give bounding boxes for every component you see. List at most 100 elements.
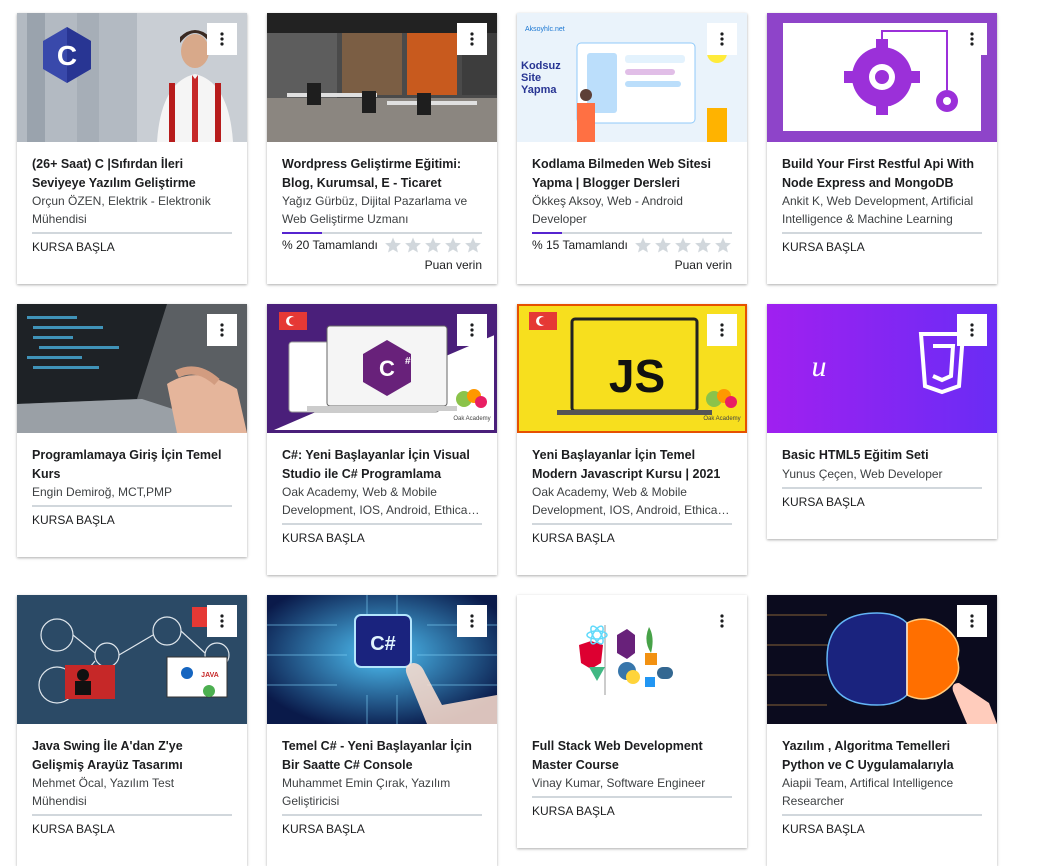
start-course-link[interactable]: KURSA BAŞLA (532, 798, 732, 820)
thumb-csharp-text: C# (370, 633, 396, 655)
course-title[interactable]: Yeni Başlayanlar İçin Temel Modern Javas… (532, 446, 732, 483)
star-icon[interactable] (674, 236, 692, 254)
progress-text: % 15 Tamamlandı (532, 238, 628, 252)
course-card[interactable]: Programlamaya Giriş İçin Temel Kurs Engi… (17, 304, 247, 557)
course-thumbnail[interactable]: C # Oak Academy (267, 304, 497, 433)
thumb-line-1: Kodsuz (521, 60, 561, 72)
more-options-button[interactable] (957, 23, 987, 55)
thumb-line-3: Yapma (521, 84, 557, 96)
course-instructor: Yunus Çeçen, Web Developer (782, 466, 943, 481)
start-course-link[interactable]: KURSA BAŞLA (782, 489, 982, 511)
course-card[interactable]: Wordpress Geliştirme Eğitimi: Blog, Kuru… (267, 13, 497, 284)
course-instructor: Vinay Kumar, Software Engineer (532, 776, 706, 790)
course-card[interactable]: Yazılım , Algoritma Temelleri Python ve … (767, 595, 997, 866)
more-options-button[interactable] (707, 23, 737, 55)
course-thumbnail[interactable]: u (767, 304, 997, 433)
vertical-dots-icon (720, 614, 724, 628)
course-card[interactable]: Aksoyhlc.net Kodsuz Site Yapma Kodlama B… (517, 13, 747, 284)
star-icon[interactable] (404, 236, 422, 254)
thumb-brand-text: Aksoyhlc.net (525, 26, 565, 33)
progress-fill (532, 232, 562, 234)
course-instructor: Muhammet Emin Çırak, Yazılım Geliştirici… (282, 776, 451, 808)
start-course-link[interactable]: KURSA BAŞLA (32, 507, 232, 529)
course-title[interactable]: Wordpress Geliştirme Eğitimi: Blog, Kuru… (282, 155, 482, 192)
thumb-line-2: Site (521, 72, 541, 84)
course-card[interactable]: u Basic HTML5 Eğitim Seti Yunus Çeçen, W… (767, 304, 997, 539)
course-instructor: Mehmet Öcal, Yazılım Test Mühendisi (32, 776, 175, 808)
course-thumbnail[interactable]: JAVA (17, 595, 247, 724)
progress-bar (282, 232, 482, 234)
start-course-link[interactable]: KURSA BAŞLA (782, 816, 982, 838)
course-card[interactable]: C# Temel C# - Yeni Başlayanlar İçin Bir … (267, 595, 497, 866)
course-thumbnail[interactable]: C# (267, 595, 497, 724)
course-thumbnail[interactable] (767, 595, 997, 724)
course-card[interactable]: Full Stack Web Development Master Course… (517, 595, 747, 848)
course-instructor: Ökkeş Aksoy, Web - Android Developer (532, 194, 683, 226)
course-thumbnail[interactable] (267, 13, 497, 142)
star-icon[interactable] (694, 236, 712, 254)
start-course-link[interactable]: KURSA BAŞLA (32, 234, 232, 256)
start-course-link[interactable]: KURSA BAŞLA (282, 816, 482, 838)
course-card[interactable]: Build Your First Restful Api With Node E… (767, 13, 997, 284)
course-card[interactable]: C # Oak Academy C#: Yeni Başlayanlar İçi… (267, 304, 497, 575)
course-title[interactable]: Temel C# - Yeni Başlayanlar İçin Bir Saa… (282, 737, 482, 774)
vertical-dots-icon (220, 614, 224, 628)
course-card[interactable]: C (26+ Saat) C |Sıfırdan İleri Seviyeye … (17, 13, 247, 284)
progress-bar (532, 232, 732, 234)
course-card[interactable]: JAVA Java Swing İle A'dan Z'ye Gelişmiş … (17, 595, 247, 866)
course-instructor: Yağız Gürbüz, Dijital Pazarlama ve Web G… (282, 194, 468, 226)
course-thumbnail[interactable] (767, 13, 997, 142)
vertical-dots-icon (470, 323, 474, 337)
course-title[interactable]: Build Your First Restful Api With Node E… (782, 155, 982, 192)
star-icon[interactable] (384, 236, 402, 254)
vertical-dots-icon (470, 32, 474, 46)
course-title[interactable]: Yazılım , Algoritma Temelleri Python ve … (782, 737, 982, 774)
course-thumbnail[interactable]: C (17, 13, 247, 142)
course-title[interactable]: Basic HTML5 Eğitim Seti (782, 446, 982, 465)
course-title[interactable]: Java Swing İle A'dan Z'ye Gelişmiş Arayü… (32, 737, 232, 774)
more-options-button[interactable] (207, 605, 237, 637)
more-options-button[interactable] (707, 314, 737, 346)
star-icon[interactable] (714, 236, 732, 254)
course-title[interactable]: (26+ Saat) C |Sıfırdan İleri Seviyeye Ya… (32, 155, 232, 192)
more-options-button[interactable] (707, 605, 737, 637)
rating-stars[interactable] (634, 236, 732, 254)
course-title[interactable]: Kodlama Bilmeden Web Sitesi Yapma | Blog… (532, 155, 732, 192)
thumb-brand-text: Oak Academy (703, 416, 740, 422)
course-thumbnail[interactable] (17, 304, 247, 433)
more-options-button[interactable] (957, 314, 987, 346)
rate-course-link[interactable]: Puan verin (532, 254, 732, 272)
more-options-button[interactable] (457, 605, 487, 637)
course-title[interactable]: Full Stack Web Development Master Course (532, 737, 732, 774)
star-icon[interactable] (634, 236, 652, 254)
course-thumbnail[interactable]: Aksoyhlc.net Kodsuz Site Yapma (517, 13, 747, 142)
more-options-button[interactable] (457, 23, 487, 55)
course-title[interactable]: C#: Yeni Başlayanlar İçin Visual Studio … (282, 446, 482, 483)
svg-text:#: # (405, 356, 411, 367)
star-icon[interactable] (654, 236, 672, 254)
thumb-java-text: JAVA (201, 672, 219, 679)
more-options-button[interactable] (957, 605, 987, 637)
vertical-dots-icon (720, 323, 724, 337)
svg-text:C: C (379, 356, 395, 381)
more-options-button[interactable] (457, 314, 487, 346)
divider (532, 796, 732, 798)
star-icon[interactable] (424, 236, 442, 254)
rate-course-link[interactable]: Puan verin (282, 254, 482, 272)
course-instructor: Orçun ÖZEN, Elektrik - Elektronik Mühend… (32, 194, 211, 226)
start-course-link[interactable]: KURSA BAŞLA (782, 234, 982, 256)
course-thumbnail[interactable]: JS Oak Academy (517, 304, 747, 433)
start-course-link[interactable]: KURSA BAŞLA (532, 525, 732, 547)
course-card[interactable]: JS Oak Academy Yeni Başlayanlar İçin Tem… (517, 304, 747, 575)
star-icon[interactable] (444, 236, 462, 254)
divider (32, 814, 232, 816)
course-thumbnail[interactable] (517, 595, 747, 724)
start-course-link[interactable]: KURSA BAŞLA (282, 525, 482, 547)
start-course-link[interactable]: KURSA BAŞLA (32, 816, 232, 838)
progress-fill (282, 232, 322, 234)
star-icon[interactable] (464, 236, 482, 254)
course-title[interactable]: Programlamaya Giriş İçin Temel Kurs (32, 446, 232, 483)
more-options-button[interactable] (207, 314, 237, 346)
more-options-button[interactable] (207, 23, 237, 55)
rating-stars[interactable] (384, 236, 482, 254)
